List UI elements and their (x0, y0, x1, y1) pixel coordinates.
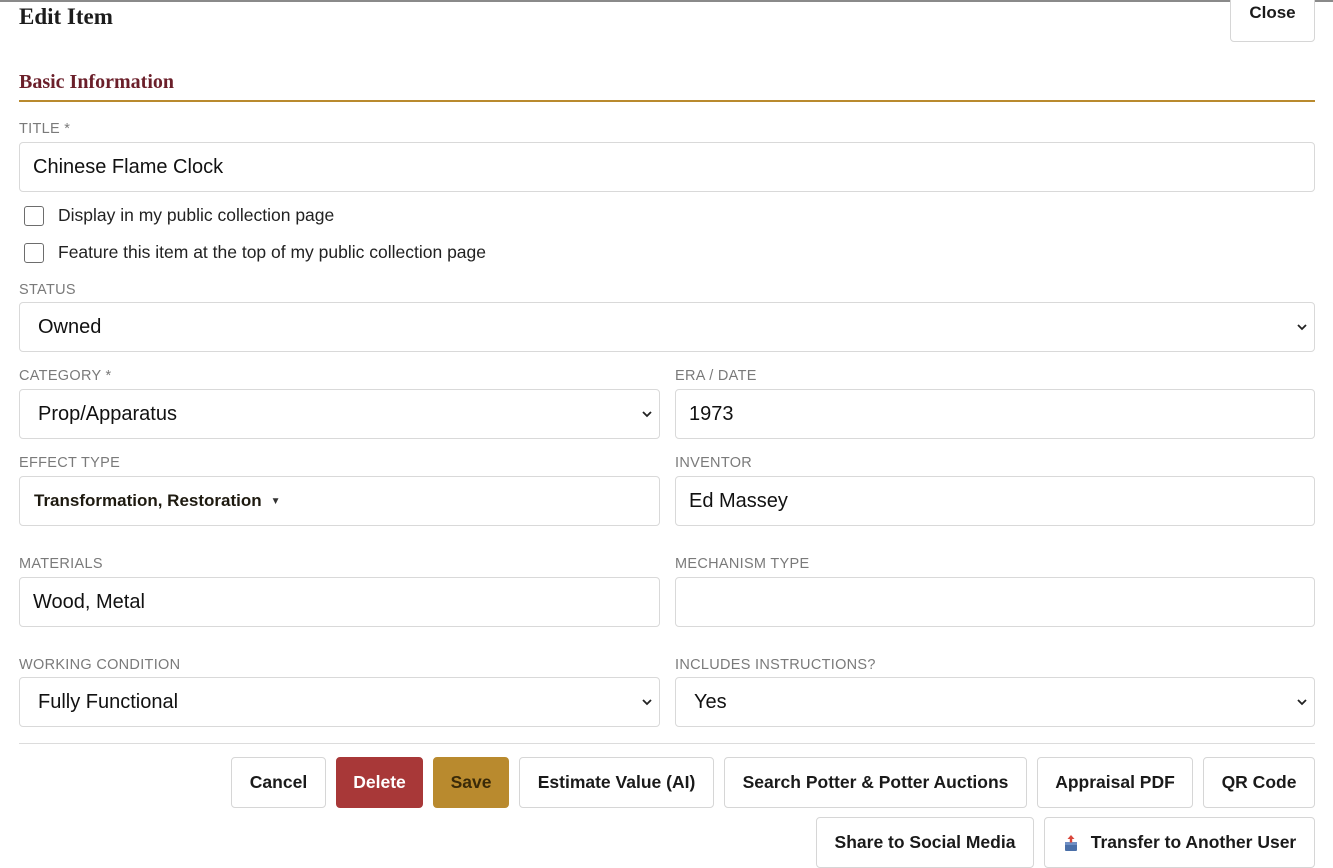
close-button[interactable]: Close (1230, 0, 1315, 42)
chevron-down-icon (1297, 324, 1307, 331)
working-condition-select-value: Fully Functional (38, 690, 179, 713)
inventor-input[interactable]: Ed Massey (675, 476, 1315, 526)
materials-input-value: Wood, Metal (33, 590, 145, 613)
top-border (0, 0, 1333, 2)
effect-type-multiselect[interactable]: Transformation, Restoration ▼ (19, 476, 660, 526)
title-label: TITLE * (19, 121, 71, 137)
section-title: Basic Information (19, 71, 174, 93)
qr-code-button[interactable]: QR Code (1203, 757, 1315, 808)
category-label: CATEGORY * (19, 368, 112, 384)
search-potter-auctions-button[interactable]: Search Potter & Potter Auctions (724, 757, 1027, 808)
transfer-user-button-label: Transfer to Another User (1090, 832, 1297, 852)
delete-button[interactable]: Delete (336, 757, 423, 808)
title-input-value: Chinese Flame Clock (33, 155, 224, 178)
section-divider (19, 100, 1315, 102)
status-label: STATUS (19, 282, 76, 298)
working-condition-select[interactable]: Fully Functional (19, 677, 660, 727)
era-date-label: ERA / DATE (675, 368, 757, 384)
status-select-value: Owned (38, 315, 102, 338)
chevron-down-icon (642, 411, 652, 418)
materials-label: MATERIALS (19, 556, 103, 572)
working-condition-label: WORKING CONDITION (19, 657, 181, 673)
inventor-label: INVENTOR (675, 455, 753, 471)
includes-instructions-label: INCLUDES INSTRUCTIONS? (675, 657, 876, 673)
feature-item-checkbox[interactable] (24, 242, 44, 263)
era-date-input-value: 1973 (689, 402, 734, 425)
category-select-value: Prop/Apparatus (38, 402, 177, 425)
save-button[interactable]: Save (433, 757, 509, 808)
transfer-user-button[interactable]: Transfer to Another User (1044, 817, 1315, 868)
transfer-box-icon (1064, 834, 1077, 851)
public-collection-checkbox-label: Display in my public collection page (58, 205, 335, 225)
title-input[interactable]: Chinese Flame Clock (19, 142, 1315, 192)
materials-input[interactable]: Wood, Metal (19, 577, 660, 627)
includes-instructions-select[interactable]: Yes (675, 677, 1315, 727)
status-select[interactable]: Owned (19, 302, 1315, 352)
appraisal-pdf-button[interactable]: Appraisal PDF (1037, 757, 1193, 808)
share-social-media-button[interactable]: Share to Social Media (816, 817, 1034, 868)
effect-type-label: EFFECT TYPE (19, 455, 121, 471)
actions-divider (19, 743, 1315, 744)
mechanism-type-input[interactable] (675, 577, 1315, 627)
category-select[interactable]: Prop/Apparatus (19, 389, 660, 439)
modal-title: Edit Item (19, 4, 113, 29)
includes-instructions-select-value: Yes (694, 690, 727, 713)
feature-item-checkbox-row[interactable]: Feature this item at the top of my publi… (24, 242, 486, 263)
caret-down-icon: ▼ (270, 495, 281, 507)
era-date-input[interactable]: 1973 (675, 389, 1315, 439)
estimate-value-button[interactable]: Estimate Value (AI) (519, 757, 714, 808)
mechanism-type-label: MECHANISM TYPE (675, 556, 810, 572)
cancel-button[interactable]: Cancel (231, 757, 326, 808)
chevron-down-icon (1297, 699, 1307, 706)
chevron-down-icon (642, 699, 652, 706)
inventor-input-value: Ed Massey (689, 489, 788, 512)
feature-item-checkbox-label: Feature this item at the top of my publi… (58, 242, 487, 262)
public-collection-checkbox-row[interactable]: Display in my public collection page (24, 205, 334, 226)
public-collection-checkbox[interactable] (24, 205, 44, 226)
effect-type-value: Transformation, Restoration (34, 491, 262, 510)
